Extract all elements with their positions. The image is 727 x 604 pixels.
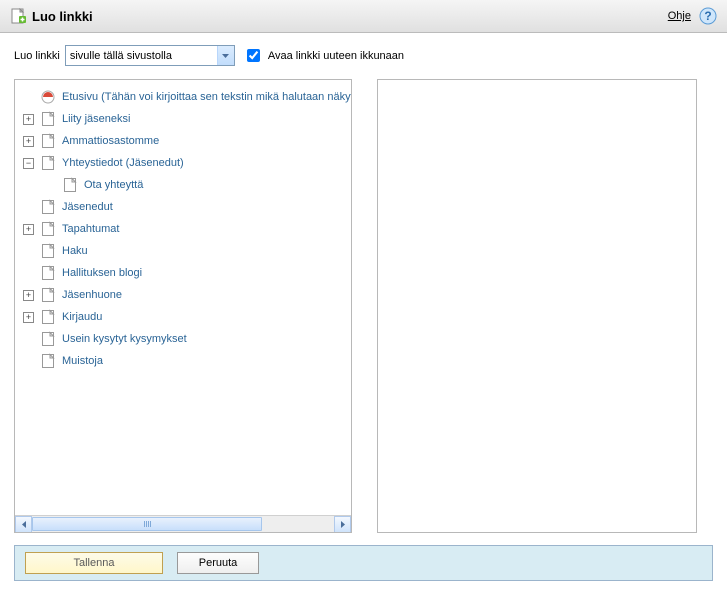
scroll-left-icon[interactable]: [15, 516, 32, 533]
help-icon[interactable]: ?: [699, 7, 717, 25]
tree-node[interactable]: + Liity jäseneksi: [19, 108, 347, 130]
expand-icon[interactable]: +: [23, 114, 34, 125]
file-icon: [40, 133, 56, 149]
open-new-window-checkbox[interactable]: [247, 49, 260, 62]
expander-spacer: [23, 246, 34, 257]
file-icon: [40, 309, 56, 325]
tree-node-label[interactable]: Kirjaudu: [62, 311, 102, 323]
collapse-icon[interactable]: −: [23, 158, 34, 169]
scrollbar-thumb[interactable]: [32, 517, 262, 531]
tree-node[interactable]: Muistoja: [19, 350, 347, 372]
cancel-button[interactable]: Peruuta: [177, 552, 259, 574]
file-icon: [40, 155, 56, 171]
tree-node-label[interactable]: Yhteystiedot (Jäsenedut): [62, 157, 184, 169]
file-icon: [40, 331, 56, 347]
tree-node[interactable]: + Ammattiosastomme: [19, 130, 347, 152]
expand-icon[interactable]: +: [23, 224, 34, 235]
tree-node[interactable]: + Jäsenhuone: [19, 284, 347, 306]
link-target-label: Luo linkki: [14, 50, 60, 62]
tree-node[interactable]: Ota yhteyttä: [19, 174, 347, 196]
tree-node-label[interactable]: Liity jäseneksi: [62, 113, 130, 125]
scroll-right-icon[interactable]: [334, 516, 351, 533]
horizontal-scrollbar[interactable]: [15, 515, 351, 532]
file-icon: [40, 353, 56, 369]
dialog-title: Luo linkki: [32, 9, 668, 24]
file-icon: [40, 265, 56, 281]
tree-node[interactable]: Etusivu (Tähän voi kirjoittaa sen teksti…: [19, 86, 347, 108]
file-icon: [40, 287, 56, 303]
tree-node-label[interactable]: Ammattiosastomme: [62, 135, 159, 147]
expander-spacer: [45, 180, 56, 191]
new-link-icon: [10, 8, 26, 24]
tree-node[interactable]: + Tapahtumat: [19, 218, 347, 240]
link-target-select[interactable]: sivulle tällä sivustolla: [65, 45, 235, 66]
preview-panel: [377, 79, 697, 533]
expander-spacer: [23, 334, 34, 345]
tree-node-label[interactable]: Usein kysytyt kysymykset: [62, 333, 187, 345]
tree-node-label[interactable]: Jäsenedut: [62, 201, 113, 213]
tree-node[interactable]: Haku: [19, 240, 347, 262]
tree-node[interactable]: Jäsenedut: [19, 196, 347, 218]
home-icon: [40, 89, 56, 105]
toolbar: Luo linkki sivulle tällä sivustolla Avaa…: [0, 33, 727, 74]
expander-spacer: [23, 202, 34, 213]
file-icon: [40, 199, 56, 215]
expander-spacer: [23, 356, 34, 367]
tree-node-label[interactable]: Etusivu (Tähän voi kirjoittaa sen teksti…: [62, 91, 352, 103]
tree-node-label[interactable]: Ota yhteyttä: [84, 179, 143, 191]
file-icon: [40, 111, 56, 127]
tree-node[interactable]: + Kirjaudu: [19, 306, 347, 328]
dialog-header: Luo linkki Ohje ?: [0, 0, 727, 33]
expand-icon[interactable]: +: [23, 136, 34, 147]
expand-icon[interactable]: +: [23, 312, 34, 323]
expander-spacer: [23, 268, 34, 279]
tree-node-label[interactable]: Tapahtumat: [62, 223, 119, 235]
svg-text:?: ?: [704, 9, 711, 23]
page-tree-panel: Etusivu (Tähän voi kirjoittaa sen teksti…: [14, 79, 352, 533]
file-icon: [62, 177, 78, 193]
dialog-footer: Tallenna Peruuta: [14, 545, 713, 581]
file-icon: [40, 221, 56, 237]
tree-node-label[interactable]: Haku: [62, 245, 88, 257]
tree-node[interactable]: Usein kysytyt kysymykset: [19, 328, 347, 350]
expander-spacer: [23, 92, 34, 103]
tree-node[interactable]: − Yhteystiedot (Jäsenedut): [19, 152, 347, 174]
expand-icon[interactable]: +: [23, 290, 34, 301]
tree-node-label[interactable]: Jäsenhuone: [62, 289, 122, 301]
save-button[interactable]: Tallenna: [25, 552, 163, 574]
tree-node-label[interactable]: Hallituksen blogi: [62, 267, 142, 279]
open-new-window-label: Avaa linkki uuteen ikkunaan: [268, 50, 404, 62]
file-icon: [40, 243, 56, 259]
tree-node[interactable]: Hallituksen blogi: [19, 262, 347, 284]
tree-node-label[interactable]: Muistoja: [62, 355, 103, 367]
help-link[interactable]: Ohje: [668, 10, 691, 22]
